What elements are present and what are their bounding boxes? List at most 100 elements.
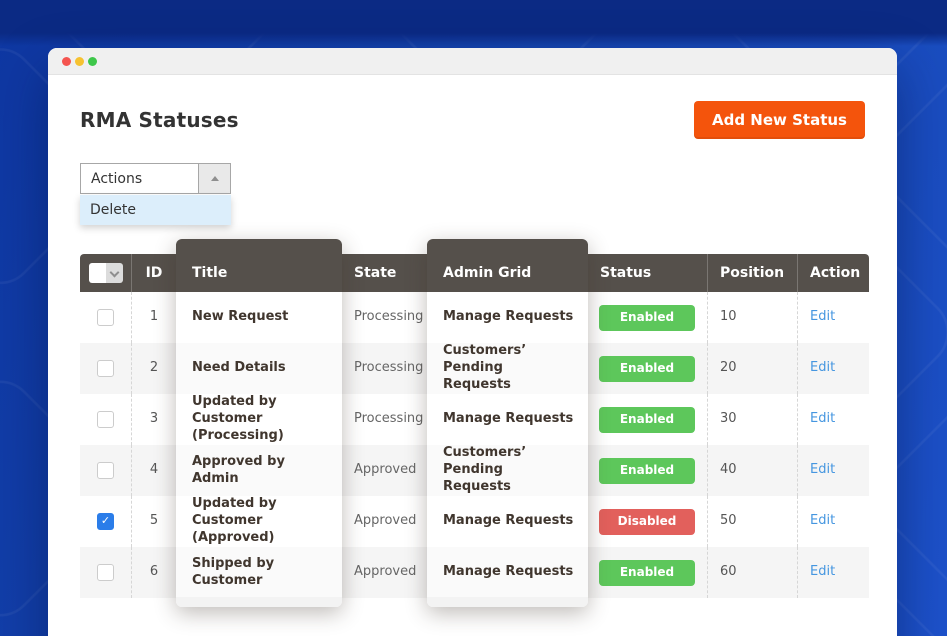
table-body: 1New RequestProcessingManage RequestsEna… — [80, 292, 869, 598]
status-cell: Enabled — [588, 445, 707, 496]
status-cell: Enabled — [588, 343, 707, 394]
row-checkbox-cell: ✓ — [80, 496, 131, 547]
status-badge: Disabled — [599, 509, 695, 535]
row-checkbox-cell — [80, 445, 131, 496]
id-cell: 4 — [131, 445, 176, 496]
action-cell: Edit — [797, 547, 869, 598]
id-cell: 1 — [131, 292, 176, 343]
select-all-box — [89, 263, 106, 283]
table-row: 3Updated by Customer (Processing)Process… — [80, 394, 869, 445]
title-cell: Updated by Customer (Processing) — [176, 394, 342, 445]
action-cell: Edit — [797, 343, 869, 394]
title-cell: Updated by Customer (Approved) — [176, 496, 342, 547]
table-row: 4Approved by AdminApprovedCustomers’ Pen… — [80, 445, 869, 496]
dragged-column-footer-admin-grid — [427, 597, 588, 607]
state-cell: Processing — [342, 292, 427, 343]
status-badge: Enabled — [599, 356, 695, 382]
row-checkbox-cell — [80, 547, 131, 598]
add-new-status-button[interactable]: Add New Status — [694, 101, 865, 139]
edit-link[interactable]: Edit — [810, 462, 835, 479]
state-cell: Approved — [342, 547, 427, 598]
action-cell: Edit — [797, 292, 869, 343]
admin-grid-cell: Manage Requests — [427, 547, 588, 598]
position-cell: 30 — [707, 394, 797, 445]
triangle-up-icon — [211, 176, 219, 181]
edit-link[interactable]: Edit — [810, 513, 835, 530]
status-cell: Enabled — [588, 292, 707, 343]
title-cell: Need Details — [176, 343, 342, 394]
position-cell: 50 — [707, 496, 797, 547]
admin-grid-cell: Manage Requests — [427, 496, 588, 547]
column-header-action[interactable]: Action — [797, 254, 869, 292]
title-cell: New Request — [176, 292, 342, 343]
row-checkbox-cell — [80, 343, 131, 394]
row-checkbox-cell — [80, 394, 131, 445]
state-cell: Processing — [342, 394, 427, 445]
column-header-state[interactable]: State — [342, 254, 427, 292]
actions-select[interactable]: Actions — [80, 163, 231, 194]
actions-menu: Delete — [80, 195, 231, 225]
state-cell: Approved — [342, 496, 427, 547]
actions-dropdown: Actions Delete — [80, 163, 231, 194]
menu-item-delete[interactable]: Delete — [80, 195, 231, 225]
admin-grid-cell: Customers’ Pending Requests — [427, 343, 588, 394]
actions-arrow-button[interactable] — [198, 164, 230, 193]
edit-link[interactable]: Edit — [810, 564, 835, 581]
page-title: RMA Statuses — [80, 108, 239, 132]
window-titlebar — [48, 48, 897, 75]
page-content: RMA Statuses Add New Status Actions Dele… — [48, 101, 897, 598]
column-header-status[interactable]: Status — [588, 254, 707, 292]
id-cell: 2 — [131, 343, 176, 394]
top-navy-band — [0, 0, 947, 46]
position-cell: 40 — [707, 445, 797, 496]
edit-link[interactable]: Edit — [810, 411, 835, 428]
actions-select-label: Actions — [81, 164, 198, 193]
row-checkbox[interactable]: ✓ — [97, 513, 114, 530]
status-badge: Enabled — [599, 560, 695, 586]
column-header-select-all — [80, 254, 131, 292]
status-badge: Enabled — [599, 407, 695, 433]
table-row: ✓ 5Updated by Customer (Approved)Approved… — [80, 496, 869, 547]
title-cell: Shipped by Customer — [176, 547, 342, 598]
select-all-checkbox[interactable] — [89, 263, 123, 283]
row-checkbox[interactable] — [97, 360, 114, 377]
window-close-button[interactable] — [62, 57, 71, 66]
dragged-column-footer-title — [176, 597, 342, 607]
action-cell: Edit — [797, 496, 869, 547]
status-badge: Enabled — [599, 305, 695, 331]
rma-statuses-table: ID State Status Position Action 1New Req… — [80, 254, 869, 598]
status-cell: Enabled — [588, 547, 707, 598]
column-header-position[interactable]: Position — [707, 254, 797, 292]
row-checkbox[interactable] — [97, 564, 114, 581]
column-header-title[interactable]: Title — [176, 239, 342, 292]
admin-grid-cell: Manage Requests — [427, 292, 588, 343]
id-cell: 3 — [131, 394, 176, 445]
window-zoom-button[interactable] — [88, 57, 97, 66]
window-minimize-button[interactable] — [75, 57, 84, 66]
position-cell: 60 — [707, 547, 797, 598]
select-all-dropdown[interactable] — [106, 263, 123, 283]
title-cell: Approved by Admin — [176, 445, 342, 496]
table-row: 6Shipped by CustomerApprovedManage Reque… — [80, 547, 869, 598]
table-row: 1New RequestProcessingManage Requests Ena… — [80, 292, 869, 343]
action-cell: Edit — [797, 394, 869, 445]
edit-link[interactable]: Edit — [810, 360, 835, 377]
table-row: 2Need DetailsProcessingCustomers’ Pendin… — [80, 343, 869, 394]
id-cell: 6 — [131, 547, 176, 598]
state-cell: Approved — [342, 445, 427, 496]
status-badge: Enabled — [599, 458, 695, 484]
action-cell: Edit — [797, 445, 869, 496]
status-cell: Enabled — [588, 394, 707, 445]
admin-grid-cell: Customers’ Pending Requests — [427, 445, 588, 496]
row-checkbox[interactable] — [97, 462, 114, 479]
row-checkbox-cell — [80, 292, 131, 343]
id-cell: 5 — [131, 496, 176, 547]
page-header: RMA Statuses Add New Status — [80, 101, 865, 139]
edit-link[interactable]: Edit — [810, 309, 835, 326]
status-cell: Disabled — [588, 496, 707, 547]
column-header-admin-grid[interactable]: Admin Grid — [427, 239, 588, 292]
row-checkbox[interactable] — [97, 411, 114, 428]
column-header-id[interactable]: ID — [131, 254, 176, 292]
admin-grid-cell: Manage Requests — [427, 394, 588, 445]
row-checkbox[interactable] — [97, 309, 114, 326]
